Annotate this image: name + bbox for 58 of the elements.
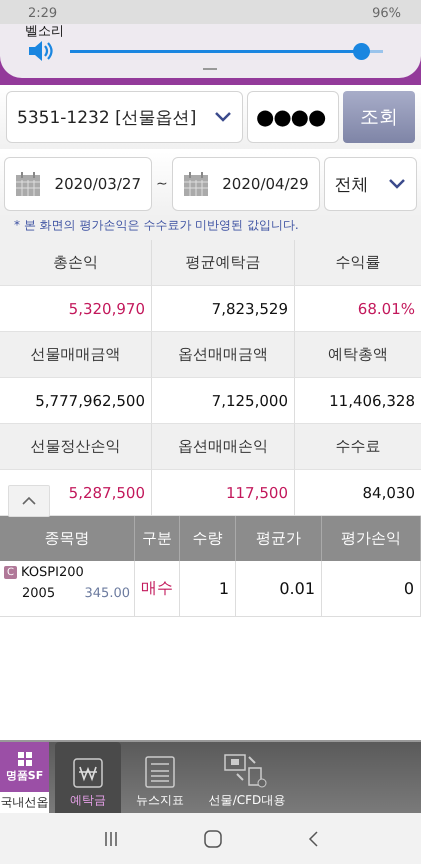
instrument-name: KOSPI200 (21, 565, 84, 580)
pnl-cell: 0 (322, 561, 421, 617)
quantity-cell: 1 (180, 561, 236, 617)
status-time: 2:29 (28, 6, 58, 20)
column-header: 수량 (180, 516, 236, 561)
column-header: 종목명 (0, 516, 135, 561)
grid-icon (18, 752, 32, 766)
summary-value: 7,823,529 (152, 286, 295, 332)
start-date-field[interactable]: 2020/03/27 (4, 157, 152, 211)
summary-value: 117,500 (152, 470, 295, 516)
toolbar-tab[interactable]: 뉴스지표 (127, 742, 193, 813)
brand-name: 명품SF (6, 768, 44, 782)
summary-label: 수익률 (295, 240, 421, 286)
brand-tile[interactable]: 명품SF (0, 742, 49, 792)
column-header: 평가손익 (322, 516, 421, 561)
summary-label: 평균예탁금 (152, 240, 295, 286)
summary-label: 옵션매매손익 (152, 424, 295, 470)
recent-apps-icon[interactable] (102, 830, 118, 846)
chevron-up-icon (21, 496, 37, 506)
drag-handle[interactable] (203, 68, 217, 70)
range-separator: ~ (156, 176, 168, 192)
chevron-down-icon (214, 111, 232, 123)
summary-value: 5,777,962,500 (0, 378, 152, 424)
toolbar-tab[interactable]: 선물/CFD대용 (199, 742, 295, 813)
brand-caption: 국내선옵 (0, 792, 49, 813)
summary-label: 옵션매매금액 (152, 332, 295, 378)
home-icon[interactable] (204, 830, 222, 848)
password-field[interactable]: ●●●● (247, 91, 339, 143)
newspaper-icon (145, 756, 175, 788)
strike-price: 345.00 (84, 586, 130, 601)
battery-level: 96% (372, 6, 401, 20)
summary-label: 선물정산손익 (0, 424, 152, 470)
summary-label: 수수료 (295, 424, 421, 470)
summary-value: 7,125,000 (152, 378, 295, 424)
speaker-icon[interactable] (28, 40, 54, 62)
back-icon[interactable] (306, 830, 318, 846)
summary-value: 5,320,970 (0, 286, 152, 332)
column-header: 구분 (135, 516, 180, 561)
notice-text: * 본 화면의 평가손익은 수수료가 미반영된 값입니다. (0, 215, 421, 240)
summary-label: 예탁총액 (295, 332, 421, 378)
expiry-month: 2005 (21, 586, 56, 601)
column-header: 평균가 (236, 516, 322, 561)
volume-label: 벨소리 (25, 23, 64, 40)
toolbar-tab[interactable]: 예탁금 (55, 742, 121, 813)
filter-select[interactable]: 전체 (324, 157, 417, 211)
call-badge: C (4, 566, 17, 579)
summary-label: 선물매매금액 (0, 332, 152, 378)
scroll-up-button[interactable] (8, 485, 50, 517)
account-select[interactable]: 5351-1232 [선물옵션] (6, 91, 243, 143)
chevron-down-icon (388, 178, 406, 190)
won-icon (73, 758, 103, 788)
summary-label: 총손익 (0, 240, 152, 286)
end-date-field[interactable]: 2020/04/29 (172, 157, 320, 211)
calendar-icon (182, 171, 209, 197)
calendar-icon (15, 171, 41, 197)
side-cell: 매수 (135, 561, 180, 617)
slider-thumb[interactable] (353, 43, 370, 60)
average-price-cell: 0.01 (236, 561, 322, 617)
